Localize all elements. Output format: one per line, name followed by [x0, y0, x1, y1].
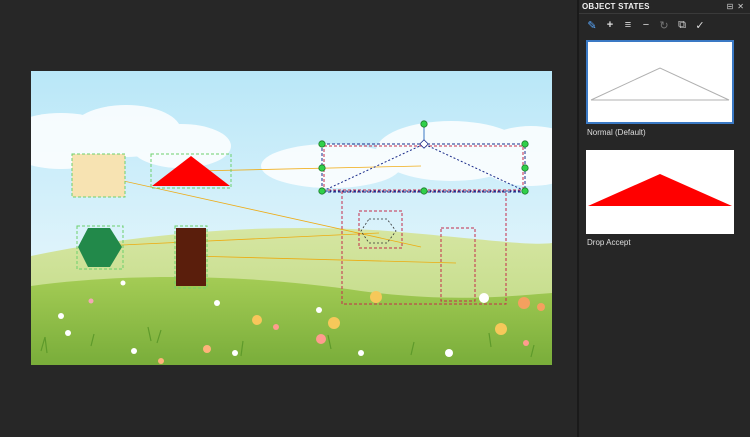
pin-icon[interactable]: ⊟ [727, 2, 734, 12]
object-states-panel: OBJECT STATES ⊟ ✕ ✎ + ≡ − ↻ ⧉ ✓ Normal (… [579, 0, 750, 437]
beige-rectangle-object[interactable] [72, 154, 125, 197]
done-button[interactable]: ✓ [693, 18, 707, 32]
states-toolbar: ✎ + ≡ − ↻ ⧉ ✓ [579, 16, 750, 34]
reset-state-button[interactable]: ↻ [657, 18, 671, 32]
slide [31, 71, 552, 365]
panel-header: OBJECT STATES ⊟ ✕ [579, 0, 750, 14]
copy-states-icon: ≡ [624, 19, 632, 31]
state-label-drop-accept: Drop Accept [587, 238, 631, 247]
slide-artwork [31, 71, 552, 365]
close-icon[interactable]: ✕ [737, 2, 744, 12]
panel-header-icons: ⊟ ✕ [727, 2, 750, 12]
normal-state-preview [590, 67, 730, 101]
reset-icon: ↻ [659, 19, 669, 32]
delete-state-button[interactable]: − [639, 18, 653, 32]
add-state-button[interactable]: + [603, 18, 617, 32]
state-thumbnail-drop-accept[interactable] [586, 150, 734, 234]
plus-icon: + [606, 19, 614, 31]
drop-accept-state-preview [588, 174, 732, 206]
minus-icon: − [642, 19, 650, 31]
brown-rectangle-object[interactable] [176, 228, 206, 286]
state-label-normal: Normal (Default) [587, 128, 646, 137]
check-icon: ✓ [695, 19, 705, 32]
edit-state-button[interactable]: ✎ [585, 18, 599, 32]
state-thumbnail-normal[interactable] [586, 40, 734, 124]
copy-state-button[interactable]: ⧉ [675, 18, 689, 32]
duplicate-state-button[interactable]: ≡ [621, 18, 635, 32]
panel-title: OBJECT STATES [582, 2, 650, 11]
copy-icon: ⧉ [678, 18, 686, 31]
canvas-workspace [0, 0, 577, 437]
edit-icon: ✎ [587, 19, 597, 32]
